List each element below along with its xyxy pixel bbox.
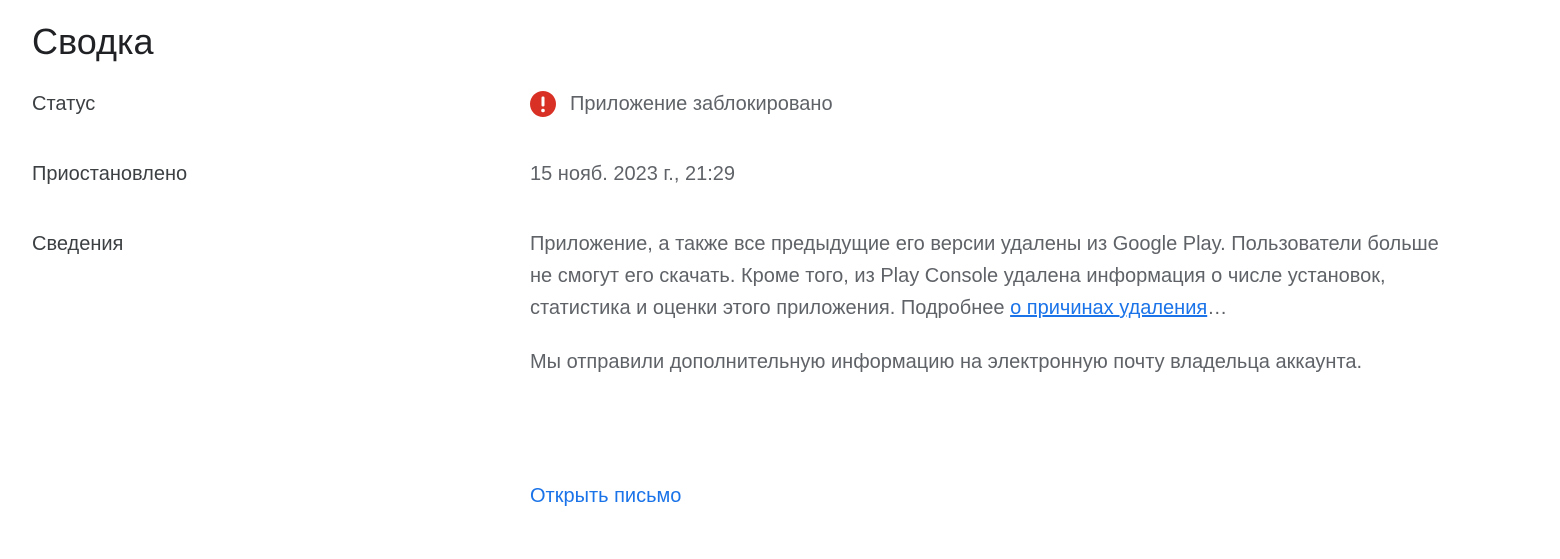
- status-text: Приложение заблокировано: [570, 93, 833, 115]
- suspended-value: 15 нояб. 2023 г., 21:29: [530, 163, 735, 185]
- details-paragraph-1-text: Приложение, а также все предыдущие его в…: [530, 233, 1439, 319]
- details-paragraph-2: Мы отправили дополнительную информацию н…: [530, 351, 1363, 373]
- suspended-label: Приостановлено: [32, 163, 188, 185]
- page-title: Сводка: [32, 21, 154, 62]
- details-value: Приложение, а также все предыдущие его в…: [530, 228, 1460, 507]
- status-value: Приложение заблокировано: [530, 88, 1460, 120]
- details-label: Сведения: [32, 233, 124, 255]
- details-paragraph-1-suffix: …: [1207, 297, 1228, 319]
- status-label: Статус: [32, 93, 96, 115]
- open-email-button[interactable]: Открыть письмо: [530, 480, 681, 512]
- details-paragraph-1: Приложение, а также все предыдущие его в…: [530, 228, 1460, 324]
- error-icon: [530, 91, 556, 117]
- removal-reasons-link[interactable]: о причинах удаления: [1010, 297, 1207, 319]
